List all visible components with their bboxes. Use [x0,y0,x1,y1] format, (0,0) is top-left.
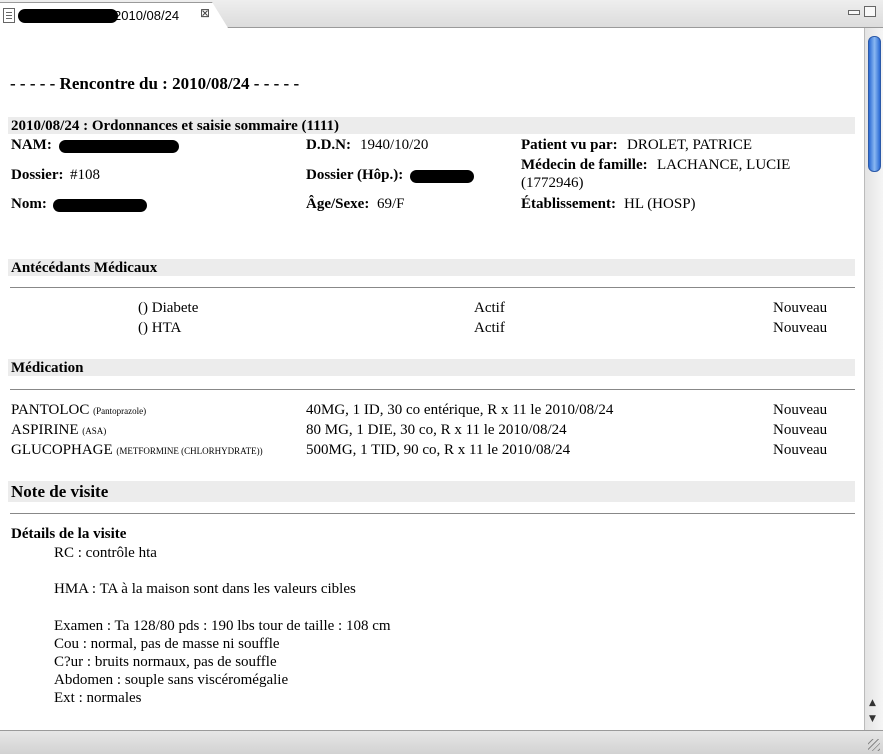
divider [10,389,855,390]
dossier-hop-label: Dossier (Hôp.): [306,167,404,183]
redacted-nam [59,140,179,153]
nam-label: NAM: [11,137,52,153]
medication-row: GLUCOPHAGE (METFORMINE (CHLORHYDRATE)) [11,442,263,459]
note-line: HMA : TA à la maison sont dans les valeu… [54,581,356,597]
drug-name: GLUCOPHAGE [11,442,113,458]
antecedent-name: () Diabete [138,300,199,316]
medecin-id: (1772946) [521,175,584,191]
nom-label: Nom: [11,196,47,212]
etablissement-label: Établissement: [521,196,616,212]
dossier-label: Dossier: [11,167,64,183]
redacted-patient-name [18,9,118,23]
drug-dose: 40MG, 1 ID, 30 co entérique, R x 11 le 2… [306,402,614,418]
ddn-label: D.D.N: [306,137,351,153]
resize-grip-icon[interactable] [868,739,880,751]
antecedents-title: Antécédants Médicaux [11,260,158,276]
age-label: Âge/Sexe: [306,196,370,212]
scroll-thumb[interactable] [868,36,881,172]
encounter-title: 2010/08/24 : Ordonnances et saisie somma… [11,118,340,134]
drug-generic: (ASA) [82,426,107,436]
antecedent-status: Actif [474,300,505,316]
vertical-scrollbar[interactable]: ▲ ▼ [864,28,883,730]
redacted-nom [53,199,147,212]
antecedent-tag: Nouveau [773,320,828,336]
medication-band [8,359,855,376]
note-line: Cou : normal, pas de masse ni souffle [54,636,280,652]
medecin-label: Médecin de famille: [521,157,648,173]
editor-tab[interactable]: 2010/08/24 ⊠ [0,2,228,28]
minimize-button[interactable] [848,10,860,15]
divider [10,287,855,288]
scroll-down-arrow-icon[interactable]: ▼ [869,714,876,724]
redacted-dossier-hop [410,170,474,183]
divider [10,513,855,514]
ddn-value: 1940/10/20 [360,137,429,153]
note-line: RC : contrôle hta [54,545,157,561]
details-title: Détails de la visite [11,526,127,542]
drug-generic: (Pantoprazole) [93,406,147,416]
medication-row: ASPIRINE (ASA) [11,422,106,439]
drug-name: ASPIRINE [11,422,79,438]
note-line: Examen : Ta 128/80 pds : 190 lbs tour de… [54,618,391,634]
drug-dose: 500MG, 1 TID, 90 co, R x 11 le 2010/08/2… [306,442,571,458]
close-icon[interactable]: ⊠ [200,6,210,20]
patient-vu-value: DROLET, PATRICE [627,137,753,153]
patient-vu-label: Patient vu par: [521,137,618,153]
drug-tag: Nouveau [773,442,828,458]
note-line: Ext : normales [54,690,142,706]
drug-generic: (METFORMINE (CHLORHYDRATE)) [116,446,263,456]
document-icon [3,8,15,23]
medecin-value: LACHANCE, LUCIE [657,157,791,173]
tab-title: 2010/08/24 [114,8,180,23]
etablissement-value: HL (HOSP) [624,196,696,212]
medication-row: PANTOLOC (Pantoprazole) [11,402,146,419]
note-line: C?ur : bruits normaux, pas de souffle [54,654,277,670]
report-view: - - - - - Rencontre du : 2010/08/24 - - … [0,28,864,730]
drug-dose: 80 MG, 1 DIE, 30 co, R x 11 le 2010/08/2… [306,422,567,438]
drug-tag: Nouveau [773,422,828,438]
antecedent-name: () HTA [138,320,182,336]
antecedent-tag: Nouveau [773,300,828,316]
tab-bar: 2010/08/24 ⊠ [0,0,883,28]
drug-name: PANTOLOC [11,402,90,418]
status-bar [0,730,883,754]
antecedent-status: Actif [474,320,505,336]
report-heading: - - - - - Rencontre du : 2010/08/24 - - … [10,74,300,93]
note-line: Abdomen : souple sans viscéromégalie [54,672,289,688]
note-title: Note de visite [11,482,109,501]
medication-title: Médication [11,360,84,376]
dossier-value: #108 [70,167,100,183]
age-value: 69/F [377,196,405,212]
note-band [8,481,855,502]
scroll-up-arrow-icon[interactable]: ▲ [869,698,876,708]
drug-tag: Nouveau [773,402,828,418]
maximize-button[interactable] [864,6,876,17]
